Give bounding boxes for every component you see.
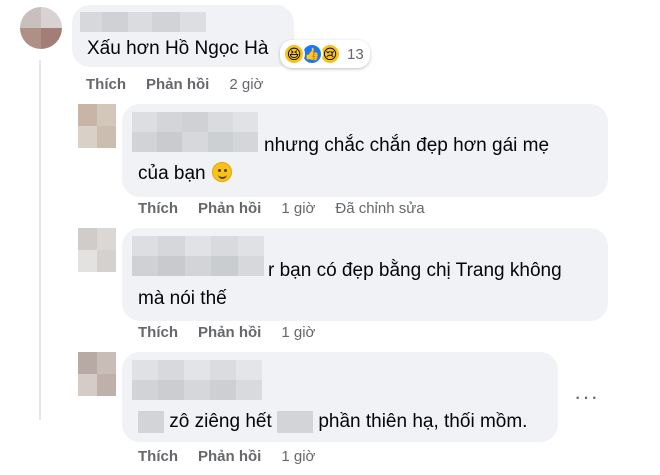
comment-text-part2: phần thiên hạ, thối mồm. <box>318 411 528 432</box>
reply-button[interactable]: Phản hồi <box>198 324 261 341</box>
commenter-name-blurred[interactable] <box>80 12 206 32</box>
timestamp[interactable]: 2 giờ <box>229 76 263 93</box>
commenter-name-blurred[interactable] <box>132 236 264 276</box>
timestamp[interactable]: 1 giờ <box>281 448 315 465</box>
avatar[interactable] <box>78 352 116 396</box>
timestamp[interactable]: 1 giờ <box>281 324 315 341</box>
comment-actions: Thích Phản hồi 1 giờ <box>138 324 315 341</box>
timestamp[interactable]: 1 giờ <box>281 200 315 217</box>
reaction-count: 13 <box>347 45 364 63</box>
reply-button[interactable]: Phản hồi <box>198 200 261 217</box>
comment-text-line2: của bạn <box>138 158 232 190</box>
comment-text-line1: r bạn có đẹp bằng chị Trang không <box>268 260 562 281</box>
comment-text: Xấu hơn Hồ Ngọc Hà <box>87 38 269 59</box>
comment-text-line2-label: của bạn <box>138 163 206 184</box>
more-options-icon[interactable]: ··· <box>574 384 599 410</box>
reply-button[interactable]: Phản hồi <box>198 448 261 465</box>
like-button[interactable]: Thích <box>138 324 178 341</box>
comment-actions: Thích Phản hồi 2 giờ <box>86 76 263 93</box>
comment-text-line2: mà nói thế <box>138 288 227 309</box>
commenter-name-blurred[interactable] <box>132 360 262 400</box>
like-button[interactable]: Thích <box>138 448 178 465</box>
like-button[interactable]: Thích <box>86 76 126 93</box>
avatar[interactable] <box>78 228 116 272</box>
smiley-emoji-icon <box>211 162 232 182</box>
edited-label[interactable]: Đã chỉnh sửa <box>335 200 424 217</box>
avatar[interactable] <box>20 7 62 49</box>
blurred-word <box>277 410 314 433</box>
like-button[interactable]: Thích <box>138 200 178 217</box>
comment-text-line1: nhưng chắc chắn đẹp hơn gái mẹ <box>264 135 550 156</box>
avatar[interactable] <box>78 104 116 148</box>
thread-line <box>39 60 41 420</box>
comment-actions: Thích Phản hồi 1 giờ Đã chỉnh sửa <box>138 200 425 217</box>
comment-text: zô ziêng hết phần thiên hạ, thối mồm. <box>138 406 527 438</box>
reply-button[interactable]: Phản hồi <box>146 76 209 93</box>
haha-icon: 😆 <box>283 43 305 65</box>
comment-text-part1: zô ziêng hết <box>169 411 272 432</box>
blurred-word <box>138 410 164 433</box>
reactions-summary[interactable]: 😆 👍 😢 13 <box>280 40 370 68</box>
commenter-name-blurred[interactable] <box>132 112 258 152</box>
comment-actions: Thích Phản hồi 1 giờ <box>138 448 315 465</box>
